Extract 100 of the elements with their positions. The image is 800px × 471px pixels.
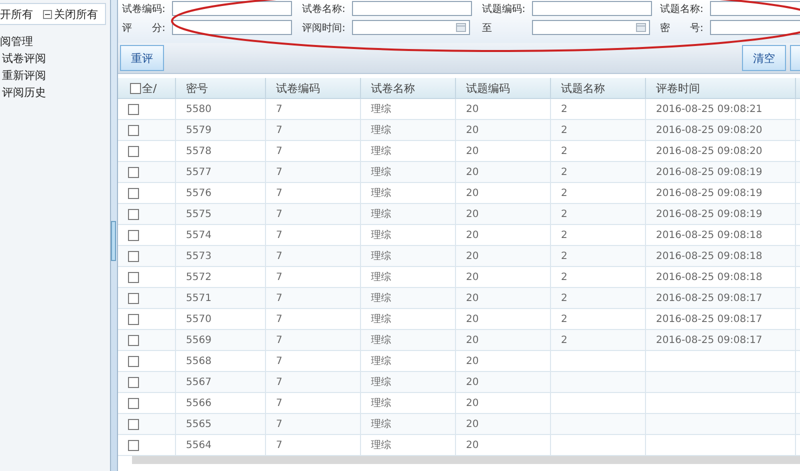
column-header[interactable]: 评卷时间	[646, 78, 796, 98]
table-cell: 5565	[186, 418, 212, 430]
table-cell: 2	[561, 124, 568, 136]
table-cell: 2016-08-25 09:08:18	[656, 250, 762, 262]
tree-node[interactable]: 阅管理	[0, 33, 110, 50]
table-cell-text: 理综	[371, 270, 391, 284]
calendar-icon	[636, 23, 646, 32]
collapse-all-link[interactable]: 关闭所有	[43, 6, 98, 22]
table-cell: 5572	[186, 272, 212, 282]
table-cell: 2	[561, 314, 568, 324]
date-field[interactable]	[352, 20, 470, 35]
checkbox[interactable]	[128, 104, 139, 114]
checkbox[interactable]	[128, 292, 139, 304]
table-cell: 20	[466, 440, 479, 450]
table-cell-text: 理综	[371, 334, 391, 347]
table-cell: 7	[276, 440, 282, 450]
table-cell: 7	[276, 188, 282, 198]
table-cell: 20	[466, 398, 479, 408]
select-all-label: 全/	[142, 80, 157, 96]
table-cell: 20	[466, 418, 479, 430]
checkbox[interactable]	[128, 146, 139, 156]
checkbox[interactable]	[128, 418, 139, 430]
table-cell: 2	[561, 250, 568, 262]
splitter-bar[interactable]	[111, 0, 118, 471]
clear-button[interactable]: 清空	[742, 45, 786, 71]
table-cell: 7	[276, 418, 282, 430]
table-cell-text: 理综	[371, 186, 391, 200]
table-cell: 20	[466, 104, 479, 114]
date-field[interactable]	[532, 20, 650, 35]
table-cell: 7	[276, 292, 282, 304]
input-field[interactable]	[710, 1, 800, 16]
table-cell: 2	[561, 188, 568, 198]
table-cell: 2016-08-25 09:08:18	[656, 230, 762, 240]
input-field[interactable]	[172, 1, 292, 16]
table-cell: 2016-08-25 09:08:19	[656, 208, 762, 220]
checkbox[interactable]	[128, 272, 139, 282]
table-cell: 2	[561, 208, 568, 220]
table-cell: 2	[561, 292, 568, 304]
minus-icon	[43, 10, 52, 18]
checkbox[interactable]	[128, 208, 139, 220]
table-cell-text: 理综	[371, 418, 391, 431]
table-cell: 7	[276, 398, 282, 408]
table-cell-text: 理综	[371, 312, 391, 326]
table-cell-text: 理综	[371, 228, 391, 242]
checkbox[interactable]	[130, 82, 141, 94]
field-label: 试题名称:	[660, 2, 704, 16]
tree-item[interactable]: 评阅历史	[0, 84, 110, 101]
checkbox[interactable]	[128, 398, 139, 408]
column-header[interactable]: 试题名称	[551, 78, 646, 98]
rereview-button[interactable]: 重评	[120, 45, 164, 71]
table-cell-text: 理综	[371, 438, 391, 452]
field-label: 评阅时间:	[302, 22, 346, 34]
input-field[interactable]	[352, 1, 472, 16]
table-cell: 2	[561, 166, 568, 178]
checkbox[interactable]	[128, 376, 139, 388]
table-cell: 5577	[186, 166, 212, 178]
checkbox[interactable]	[128, 356, 139, 366]
checkbox[interactable]	[128, 124, 139, 136]
table-cell: 20	[466, 208, 479, 220]
tree-item[interactable]: 重新评阅	[0, 67, 110, 84]
checkbox[interactable]	[128, 230, 139, 240]
table-cell: 5569	[186, 334, 212, 346]
table-cell: 5567	[186, 376, 212, 388]
checkbox[interactable]	[128, 334, 139, 346]
input-field[interactable]	[172, 20, 292, 35]
table-cell: 5570	[186, 314, 212, 324]
collapse-handle[interactable]	[111, 220, 116, 260]
table-cell-text: 理综	[371, 124, 391, 137]
field-label: 试题编码:	[482, 2, 526, 16]
tree-item[interactable]: 试卷评阅	[0, 50, 110, 67]
table-cell: 2016-08-25 09:08:17	[656, 334, 762, 346]
calendar-icon	[456, 23, 466, 32]
checkbox[interactable]	[128, 314, 139, 324]
table-cell: 7	[276, 124, 282, 136]
checkbox[interactable]	[128, 440, 139, 450]
checkbox[interactable]	[128, 166, 139, 178]
column-header[interactable]: 试卷编码	[266, 78, 361, 98]
table-cell-text: 理综	[371, 376, 391, 389]
table-cell: 5575	[186, 208, 212, 220]
expand-all-link[interactable]: 开所有	[0, 6, 33, 22]
input-field[interactable]	[710, 20, 800, 35]
table-cell: 5578	[186, 146, 212, 156]
column-header[interactable]: 密号	[176, 78, 266, 98]
table-cell: 20	[466, 356, 479, 366]
table-cell: 7	[276, 166, 282, 178]
column-header[interactable]: 试卷名称	[361, 78, 456, 98]
table-cell: 20	[466, 188, 479, 198]
input-field[interactable]	[532, 1, 652, 16]
table-cell: 2016-08-25 09:08:17	[656, 292, 762, 304]
checkbox[interactable]	[128, 250, 139, 262]
table-cell: 20	[466, 272, 479, 282]
table-cell: 5568	[186, 356, 212, 366]
table-cell: 7	[276, 334, 282, 346]
table-cell: 2	[561, 272, 568, 282]
checkbox[interactable]	[128, 188, 139, 198]
table-cell: 5579	[186, 124, 212, 136]
table-cell: 2016-08-25 09:08:17	[656, 314, 762, 324]
table-cell: 20	[466, 314, 479, 324]
column-header[interactable]: 试题编码	[456, 78, 551, 98]
horizontal-scrollbar[interactable]	[132, 456, 800, 464]
